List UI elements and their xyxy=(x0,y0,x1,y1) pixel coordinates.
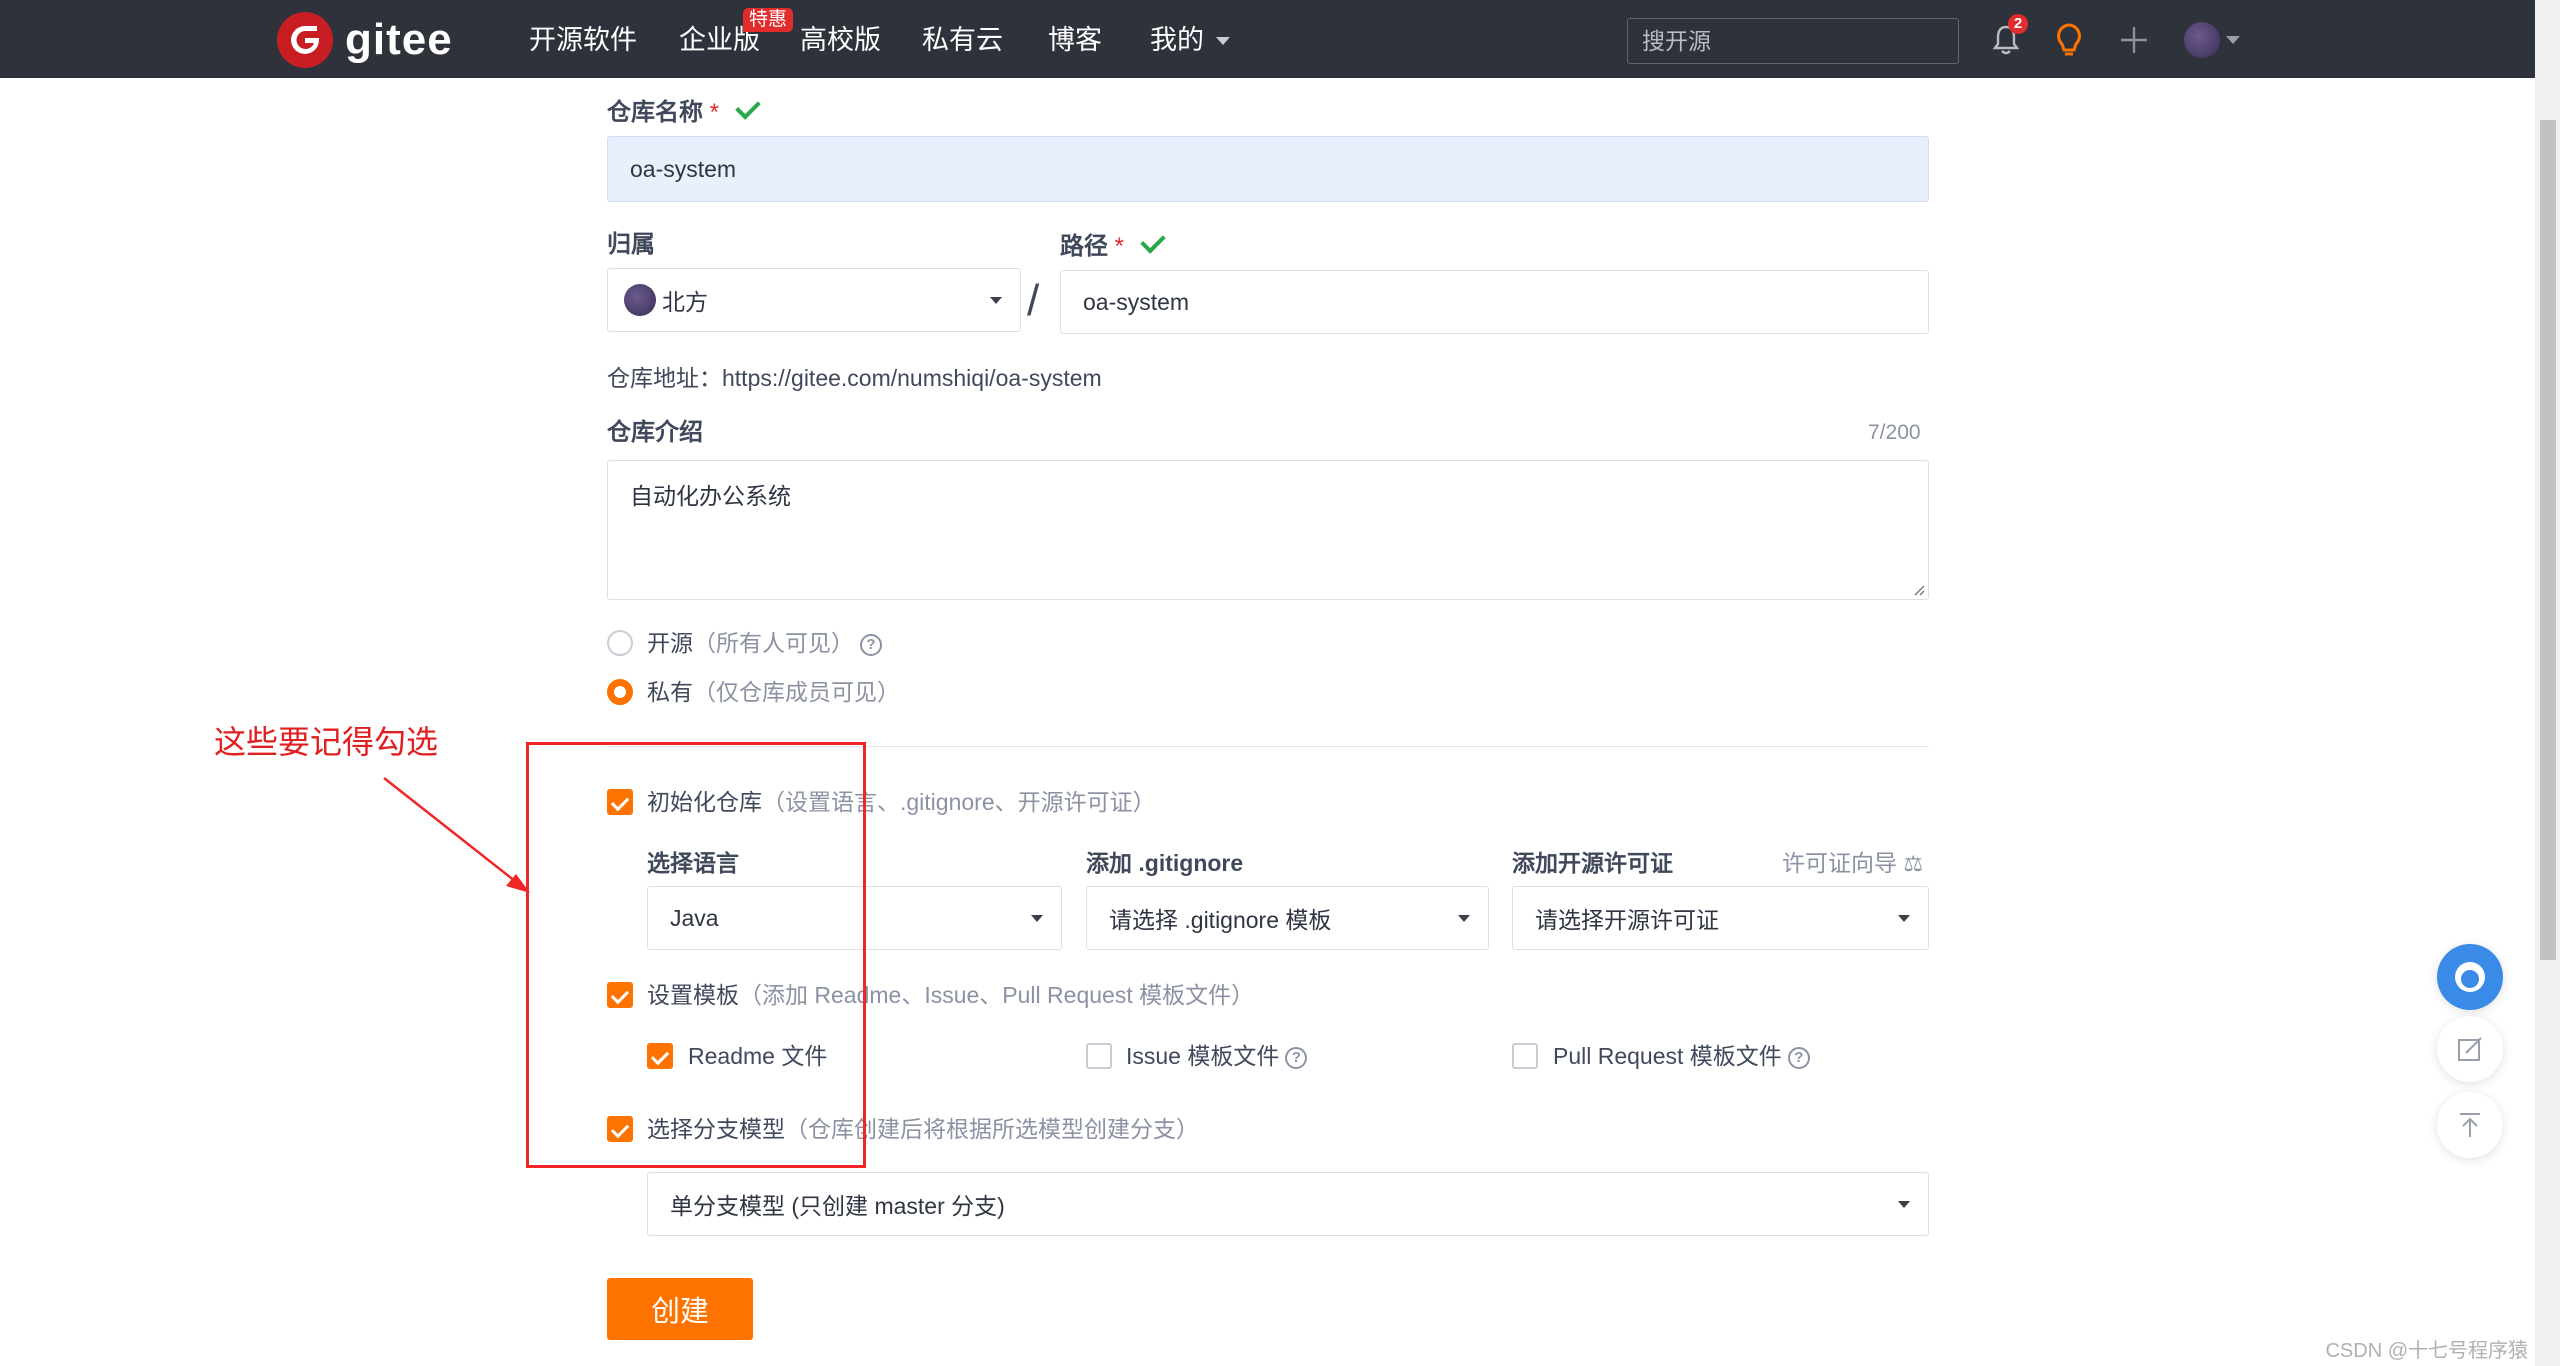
chevron-down-icon xyxy=(1215,37,1230,45)
top-navbar: gitee 开源软件 企业版 特惠 高校版 私有云 博客 我的 搜开源 2 xyxy=(0,0,2535,78)
notification-badge: 2 xyxy=(2008,14,2028,34)
lightbulb-icon[interactable] xyxy=(2049,20,2089,60)
annotation-box xyxy=(526,742,866,1168)
arrow-up-icon xyxy=(2460,1113,2480,1137)
nav-private-cloud[interactable]: 私有云 xyxy=(922,22,1003,58)
help-icon[interactable]: ? xyxy=(1787,1047,1810,1069)
description-counter: 7/200 xyxy=(1868,421,1921,444)
issue-template-checkbox[interactable] xyxy=(1086,1043,1112,1069)
avatar[interactable] xyxy=(2184,22,2220,58)
license-guide-link[interactable]: 许可证向导 ⚖ xyxy=(1782,848,1923,879)
chat-assistant-button[interactable] xyxy=(2437,944,2503,1010)
scale-icon: ⚖ xyxy=(1903,851,1924,876)
owner-avatar xyxy=(624,284,656,316)
public-radio[interactable] xyxy=(607,630,633,656)
chevron-down-icon xyxy=(1898,915,1910,922)
check-icon xyxy=(1140,228,1166,254)
path-input[interactable]: oa-system xyxy=(1060,270,1929,334)
gitee-logo[interactable]: gitee xyxy=(277,12,453,68)
check-icon xyxy=(735,94,761,120)
chevron-down-icon xyxy=(990,297,1002,304)
repo-name-label: 仓库名称 * xyxy=(607,94,761,128)
path-separator: / xyxy=(1027,276,1040,325)
description-label: 仓库介绍 xyxy=(607,419,703,446)
gitee-logo-icon xyxy=(277,12,333,68)
description-textarea[interactable]: 自动化办公系统 xyxy=(607,460,1929,600)
public-option[interactable]: 开源（所有人可见）? xyxy=(647,628,882,658)
help-icon[interactable]: ? xyxy=(1285,1047,1308,1069)
nav-mine-label: 我的 xyxy=(1150,25,1204,55)
edit-icon xyxy=(2458,1037,2482,1061)
license-select[interactable]: 请选择开源许可证 xyxy=(1512,886,1929,950)
pr-template-checkbox[interactable] xyxy=(1512,1043,1538,1069)
logo-text: gitee xyxy=(345,15,453,64)
chevron-down-icon xyxy=(1031,915,1043,922)
annotation-text: 这些要记得勾选 xyxy=(214,724,439,760)
nav-university[interactable]: 高校版 xyxy=(800,22,881,58)
nav-blog[interactable]: 博客 xyxy=(1048,22,1102,58)
gitignore-label: 添加 .gitignore xyxy=(1086,850,1244,876)
create-button[interactable]: 创建 xyxy=(607,1278,753,1340)
description-value: 自动化办公系统 xyxy=(630,483,791,509)
branch-model-select[interactable]: 单分支模型 (只创建 master 分支) xyxy=(647,1172,1929,1236)
required-mark: * xyxy=(1114,233,1125,260)
nav-mine[interactable]: 我的 xyxy=(1150,22,1230,58)
chevron-down-icon xyxy=(1458,915,1470,922)
owner-value: 北方 xyxy=(662,289,708,315)
promo-badge: 特惠 xyxy=(743,8,794,32)
private-option[interactable]: 私有（仅仓库成员可见） xyxy=(647,677,900,707)
private-radio[interactable] xyxy=(607,679,633,705)
search-input[interactable]: 搜开源 xyxy=(1627,18,1959,64)
nav-open-source[interactable]: 开源软件 xyxy=(529,22,637,58)
chat-bubble-icon xyxy=(2455,962,2485,992)
license-value: 请选择开源许可证 xyxy=(1535,907,1719,933)
plus-icon[interactable] xyxy=(2114,20,2154,60)
branch-model-value: 单分支模型 (只创建 master 分支) xyxy=(670,1193,1005,1219)
pr-template-option[interactable]: Pull Request 模板文件? xyxy=(1553,1041,1810,1071)
annotation-arrow-icon xyxy=(383,777,530,893)
watermark: CSDN @十七号程序猿 xyxy=(2325,1340,2528,1362)
owner-select[interactable]: 北方 xyxy=(607,268,1021,332)
owner-label: 归属 xyxy=(607,231,655,258)
gitignore-select[interactable]: 请选择 .gitignore 模板 xyxy=(1086,886,1489,950)
feedback-button[interactable] xyxy=(2437,1016,2503,1082)
resize-handle-icon[interactable] xyxy=(1913,584,1925,596)
help-icon[interactable]: ? xyxy=(860,634,882,656)
back-to-top-button[interactable] xyxy=(2437,1092,2503,1158)
scrollbar-thumb[interactable] xyxy=(2540,120,2556,960)
issue-template-option[interactable]: Issue 模板文件? xyxy=(1126,1041,1308,1071)
chevron-down-icon[interactable] xyxy=(2226,36,2240,44)
required-mark: * xyxy=(709,99,720,126)
repo-address: 仓库地址：https://gitee.com/numshiqi/oa-syste… xyxy=(607,365,1102,391)
path-label: 路径 * xyxy=(1060,228,1166,262)
chevron-down-icon xyxy=(1898,1201,1910,1208)
repo-name-input[interactable]: oa-system xyxy=(607,136,1929,202)
gitignore-value: 请选择 .gitignore 模板 xyxy=(1109,907,1332,933)
license-label: 添加开源许可证 xyxy=(1512,850,1673,876)
